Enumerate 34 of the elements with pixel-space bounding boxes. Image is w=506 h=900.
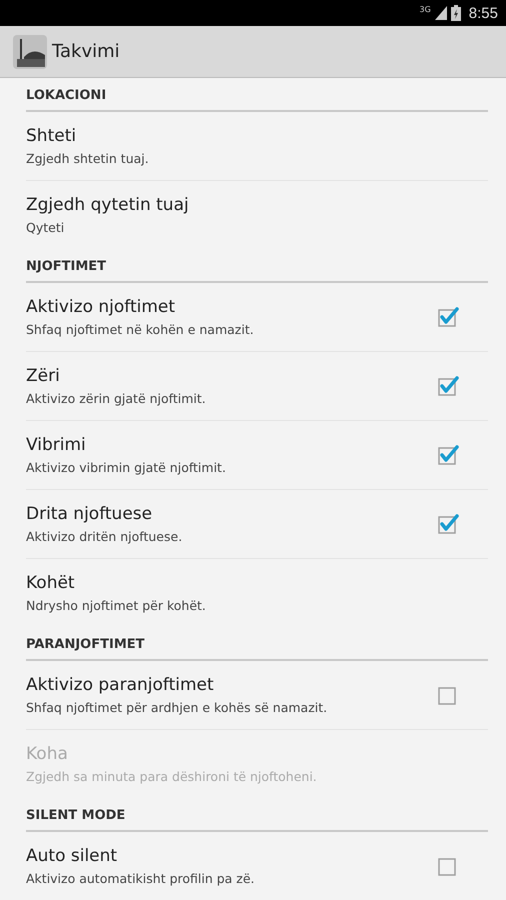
setting-summary: Zgjedh shtetin tuaj. — [26, 151, 149, 166]
setting-title: Kohët — [26, 573, 76, 593]
setting-summary: Qyteti — [26, 220, 66, 235]
setting-summary: Aktivizo dritën njoftuese. — [26, 529, 182, 544]
setting-title: Zgjedh qytetin tuaj — [26, 195, 189, 215]
setting-summary: Zgjedh sa minuta para dëshironi të njoftoheni. — [26, 769, 317, 784]
setting-title: Zëri — [26, 366, 61, 386]
category-header: LOKACIONI — [26, 78, 488, 112]
app-title: Takvimi — [52, 41, 120, 62]
checkbox[interactable] — [438, 307, 460, 327]
battery-icon — [450, 5, 461, 21]
signal-icon — [434, 6, 447, 20]
setting-title: Vibrimi — [26, 435, 87, 455]
checkbox[interactable] — [438, 376, 460, 396]
setting-summary: Shfaq njoftimet në kohën e namazit. — [26, 322, 254, 337]
setting-title: Auto silent — [26, 846, 118, 866]
checkbox[interactable] — [438, 445, 460, 465]
setting-summary: Aktivizo vibrimin gjatë njoftimit. — [26, 460, 226, 475]
setting-title: Aktivizo njoftimet — [26, 297, 176, 317]
setting-title: Shteti — [26, 126, 78, 146]
category-header: SILENT MODE — [26, 798, 488, 832]
category-header: PARANJOFTIMET — [26, 627, 488, 661]
setting-title: Koha — [26, 744, 69, 764]
clock: 8:55 — [468, 4, 498, 22]
setting-summary: Aktivizo automatikisht profilin pa zë. — [26, 871, 255, 886]
setting-title: Drita njoftuese — [26, 504, 154, 524]
setting-summary: Aktivizo zërin gjatë njoftimit. — [26, 391, 206, 406]
setting-summary: Ndrysho njoftimet për kohët. — [26, 598, 206, 613]
category-header: NJOFTIMET — [26, 249, 488, 283]
mosque-icon — [13, 34, 47, 68]
setting-summary: Shfaq njoftimet për ardhjen e kohës së namazit. — [26, 700, 328, 715]
setting-title: Aktivizo paranjoftimet — [26, 675, 215, 695]
checkbox[interactable] — [438, 514, 460, 534]
network-type: 3G — [420, 5, 431, 14]
